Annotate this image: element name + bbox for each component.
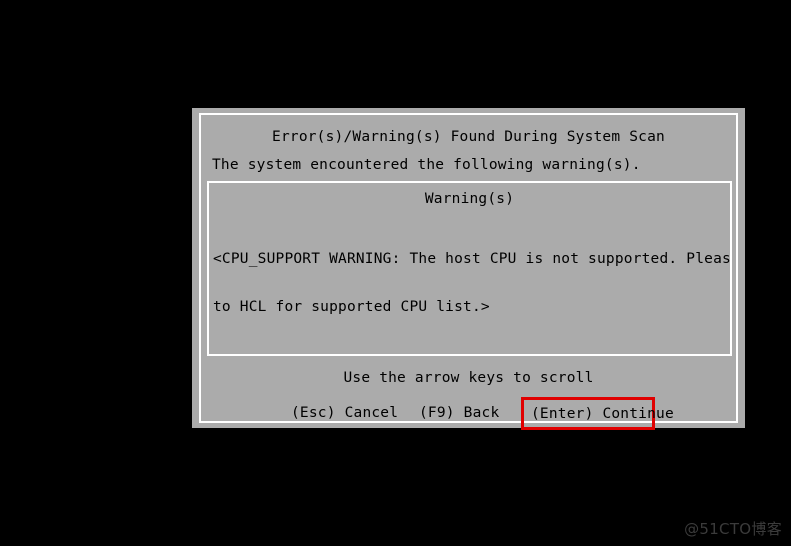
- cancel-button[interactable]: (Esc) Cancel: [291, 405, 398, 421]
- system-scan-dialog: Error(s)/Warning(s) Found During System …: [192, 108, 745, 430]
- warnings-scroll-panel[interactable]: Warning(s) <CPU_SUPPORT WARNING: The hos…: [207, 181, 732, 356]
- page-title: Error(s)/Warning(s) Found During System …: [272, 129, 665, 145]
- console-screen: Error(s)/Warning(s) Found During System …: [0, 0, 791, 546]
- watermark: @51CTO博客: [684, 520, 782, 538]
- warnings-panel-heading: Warning(s): [424, 191, 515, 207]
- back-button[interactable]: (F9) Back: [419, 405, 499, 421]
- dialog-intro-text: The system encountered the following war…: [212, 157, 641, 173]
- warning-line: to HCL for supported CPU list.>: [213, 299, 490, 315]
- dialog-inner-frame: Error(s)/Warning(s) Found During System …: [199, 113, 738, 430]
- dialog-footer-actions: (Esc) Cancel (F9) Back (Enter) Continue: [201, 397, 736, 430]
- continue-button-highlight[interactable]: (Enter) Continue: [521, 397, 674, 430]
- scroll-hint-text: Use the arrow keys to scroll: [343, 370, 594, 386]
- warnings-panel-body: <CPU_SUPPORT WARNING: The host CPU is no…: [213, 219, 731, 347]
- continue-button[interactable]: (Enter) Continue: [531, 406, 674, 422]
- warning-line: <CPU_SUPPORT WARNING: The host CPU is no…: [213, 251, 731, 267]
